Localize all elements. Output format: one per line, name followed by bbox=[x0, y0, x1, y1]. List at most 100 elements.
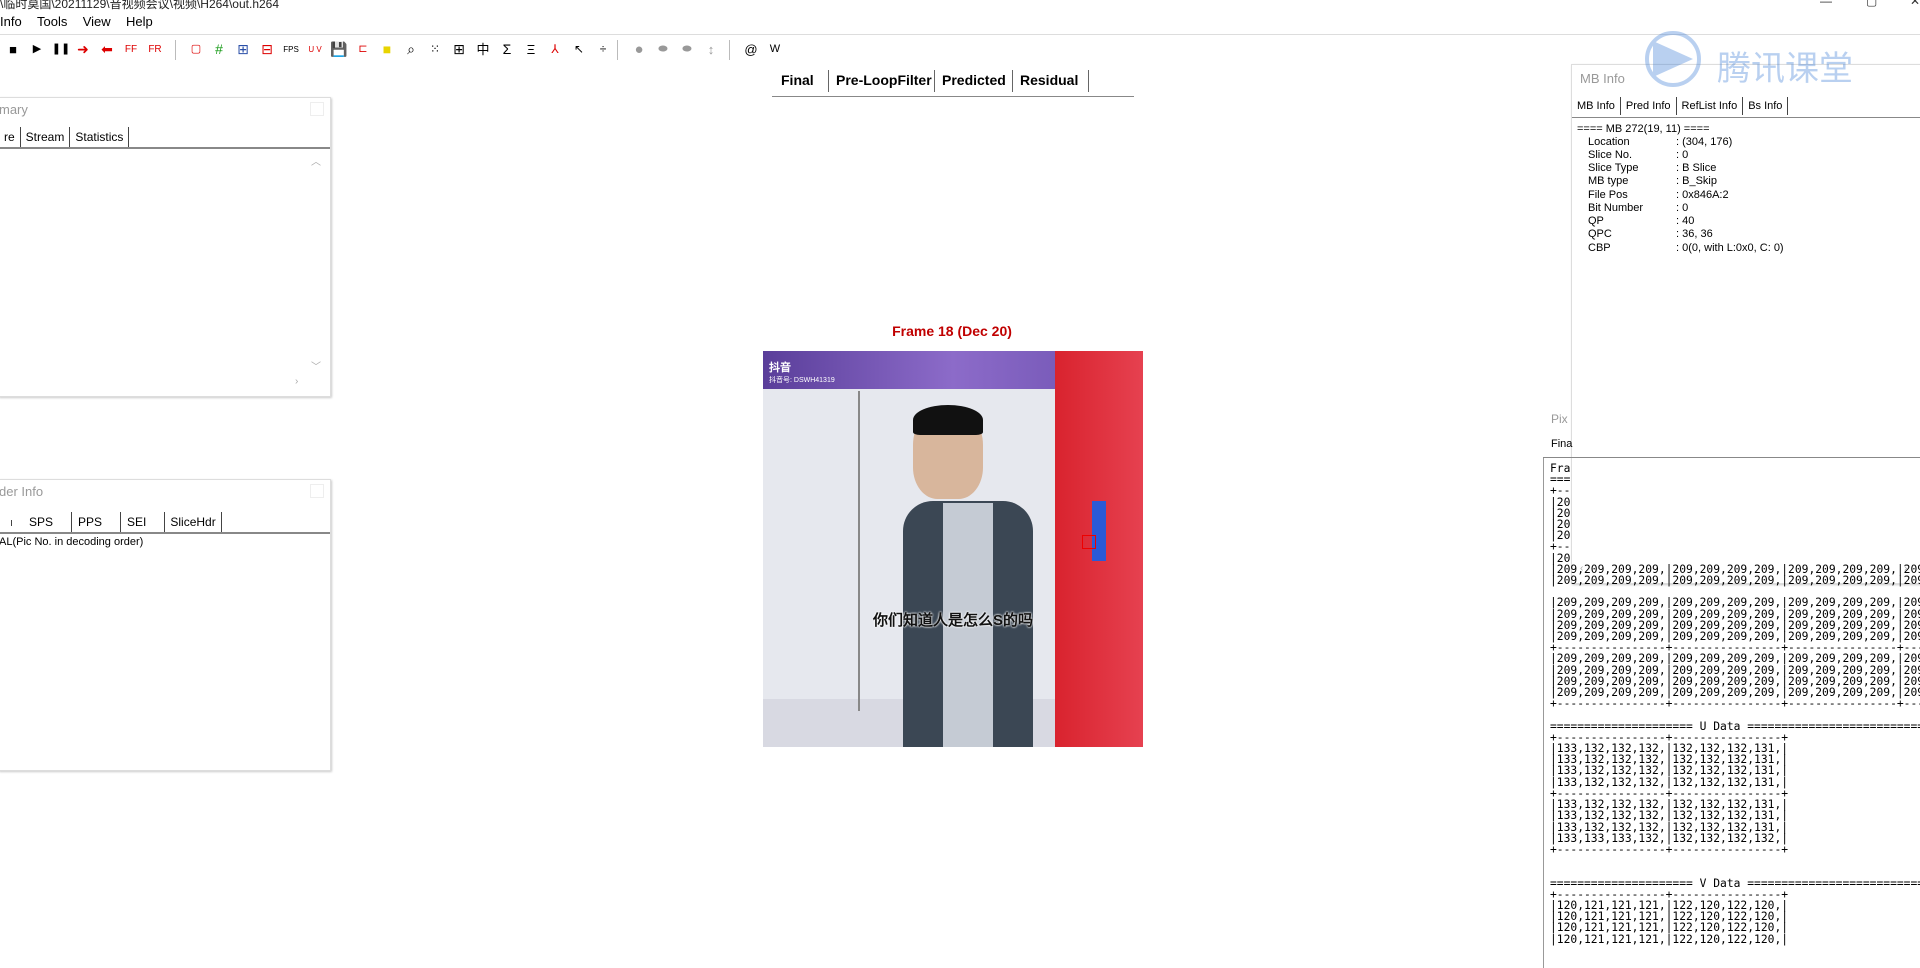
tab-pred-info[interactable]: Pred Info bbox=[1621, 97, 1677, 115]
at-button[interactable]: @ bbox=[741, 39, 761, 60]
tab-predicted[interactable]: Predicted bbox=[939, 69, 1009, 91]
title-bar: \临时莫国\20211129\音视频会议\视频\H264\out.h264 — … bbox=[0, 0, 1920, 10]
motion-icon[interactable]: ⅄ bbox=[545, 39, 565, 60]
tab-bs-info[interactable]: Bs Info bbox=[1743, 97, 1789, 115]
step-back-icon[interactable]: ⬅ bbox=[97, 39, 117, 60]
table-icon[interactable]: ⊞ bbox=[449, 39, 469, 60]
tab-sei[interactable]: SEI bbox=[121, 512, 166, 532]
mb-cursor-box[interactable] bbox=[1082, 535, 1096, 549]
scroll-down-icon[interactable]: ﹀ bbox=[311, 358, 321, 373]
pixel-data-line: |209,209,209,209,|209,209,209,209,|209,2… bbox=[1550, 652, 1920, 666]
decoder-panel-title: der Info bbox=[0, 484, 44, 499]
record-icon[interactable]: ● bbox=[629, 39, 649, 60]
tab-nal[interactable] bbox=[0, 520, 12, 526]
tab-separator bbox=[1012, 70, 1013, 92]
toolbar: ■ ▶ ❚❚ ➜ ⬅ FF FR ▢ # ⊞ ⊟ FPS U V 💾 ⊏ ■ ⌕… bbox=[0, 39, 1920, 63]
pixel-data-line bbox=[1550, 855, 1920, 866]
save-icon[interactable]: 💾 bbox=[329, 39, 349, 60]
close-button[interactable]: ✕ bbox=[1910, 0, 1920, 8]
toolbar-separator bbox=[617, 40, 618, 60]
crop-icon[interactable]: ⊏ bbox=[353, 39, 373, 60]
tab-pps[interactable]: PPS bbox=[72, 512, 122, 532]
uv-button[interactable]: U V bbox=[305, 39, 325, 60]
mb-row: Bit Number: 0 bbox=[1588, 202, 1689, 214]
pixel-data-line: |20 bbox=[1550, 495, 1571, 509]
frame-person-hair bbox=[913, 405, 983, 435]
scroll-up-icon[interactable]: ︿ bbox=[311, 153, 321, 168]
mb-grid-icon[interactable]: ⊞ bbox=[233, 39, 253, 60]
pixel-data-line: |133,132,132,132,|132,132,132,131,| bbox=[1550, 809, 1789, 823]
menu-info[interactable]: Info bbox=[0, 12, 28, 31]
pixel-data-line: +----------------+----------------+-----… bbox=[1550, 697, 1920, 711]
menubar-divider bbox=[0, 34, 1920, 35]
tab-structure[interactable]: re bbox=[0, 127, 21, 147]
mb-header: ==== MB 272(19, 11) ==== bbox=[1577, 123, 1710, 135]
maximize-button[interactable]: ▢ bbox=[1866, 0, 1877, 8]
menu-help[interactable]: Help bbox=[120, 12, 159, 31]
pixel-data-area[interactable]: Fra === +-- |20 |20 |20 |20 +-- |20 |209,209,209,… bbox=[1543, 458, 1920, 968]
shape-icon-1[interactable]: ⬬ bbox=[653, 39, 673, 60]
tab-final[interactable]: Final bbox=[778, 69, 817, 91]
menu-view[interactable]: View bbox=[77, 12, 117, 31]
minimize-button[interactable]: — bbox=[1820, 0, 1832, 8]
bar-icon[interactable]: Ξ bbox=[521, 39, 541, 60]
frame-account: 抖音号: DSWH41319 bbox=[769, 377, 835, 384]
split-icon[interactable]: 中 bbox=[473, 39, 493, 60]
tab-stream[interactable]: Stream bbox=[21, 127, 71, 147]
tab-mb-info[interactable]: MB Info bbox=[1572, 97, 1621, 115]
summary-panel: mary re Stream Statistics ︿ ﹀ › bbox=[0, 97, 331, 397]
decoder-close-icon[interactable] bbox=[310, 484, 324, 498]
grid-icon[interactable]: # bbox=[209, 39, 229, 60]
stop-icon[interactable]: ■ bbox=[3, 39, 23, 60]
frame-board-edge bbox=[858, 391, 860, 711]
frame-subtitle: 你们知道人是怎么S的吗 bbox=[872, 612, 1033, 629]
tab-residual[interactable]: Residual bbox=[1017, 69, 1081, 91]
tab-pre-loopfilter[interactable]: Pre-LoopFilter bbox=[833, 69, 935, 91]
divide-icon[interactable]: ÷ bbox=[593, 39, 613, 60]
tab-separator bbox=[934, 70, 935, 92]
summary-close-icon[interactable] bbox=[310, 102, 324, 116]
summary-tabs: re Stream Statistics bbox=[0, 125, 330, 149]
tab-pixel-final[interactable]: Fina bbox=[1551, 438, 1572, 450]
menu-tools[interactable]: Tools bbox=[31, 12, 73, 31]
shape-icon-2[interactable]: ⬬ bbox=[677, 39, 697, 60]
sum-icon[interactable]: Σ bbox=[497, 39, 517, 60]
menu-bar: Info Tools View Help bbox=[0, 12, 1920, 34]
vertical-arrow-icon[interactable]: ↕ bbox=[701, 39, 721, 60]
video-frame[interactable]: 抖音 抖音号: DSWH41319 你们知道人是怎么S的吗 bbox=[763, 351, 1143, 747]
pixel-data-line bbox=[1550, 866, 1920, 877]
watermark-text: 腾讯课堂 bbox=[1717, 50, 1853, 88]
window-title: \临时莫国\20211129\音视频会议\视频\H264\out.h264 bbox=[0, 0, 280, 10]
pause-icon[interactable]: ❚❚ bbox=[51, 39, 71, 60]
fps-button[interactable]: FPS bbox=[281, 39, 301, 60]
play-icon[interactable]: ▶ bbox=[27, 39, 47, 60]
step-forward-icon[interactable]: ➜ bbox=[73, 39, 93, 60]
frame-app-logo: 抖音 bbox=[769, 362, 791, 374]
tab-reflist-info[interactable]: RefList Info bbox=[1677, 97, 1744, 115]
slice-grid-icon[interactable]: ⊟ bbox=[257, 39, 277, 60]
tab-sps[interactable]: SPS bbox=[12, 512, 73, 532]
watermark: 腾讯课堂 bbox=[1643, 31, 1873, 91]
view-tabs: Final Pre-LoopFilter Predicted Residual bbox=[772, 66, 1134, 97]
color-icon[interactable]: ■ bbox=[377, 39, 397, 60]
pixel-data-line: |20 bbox=[1550, 518, 1571, 532]
mb-panel-title: MB Info bbox=[1580, 71, 1625, 86]
pixel-data-line: +-- bbox=[1550, 484, 1571, 498]
pixel-data-line: +----------------+----------------+ bbox=[1550, 842, 1789, 856]
pixel-data-line bbox=[1550, 709, 1920, 720]
dots-grid-icon[interactable]: ⁙ bbox=[425, 39, 445, 60]
pixel-data-line: |120,121,121,121,|122,120,122,120,| bbox=[1550, 921, 1789, 935]
binoculars-icon[interactable]: ⌕ bbox=[401, 39, 421, 60]
scroll-right-icon[interactable]: › bbox=[295, 376, 298, 387]
arrow-icon[interactable]: ↖ bbox=[569, 39, 589, 60]
w-button[interactable]: W bbox=[765, 39, 785, 60]
pixel-data-line: |209,209,209,209,|209,209,209,209,|209,2… bbox=[1550, 574, 1920, 588]
fast-forward-button[interactable]: FF bbox=[121, 39, 141, 60]
summary-panel-title: mary bbox=[0, 102, 28, 117]
tab-statistics[interactable]: Statistics bbox=[70, 127, 130, 147]
mb-border-icon[interactable]: ▢ bbox=[186, 39, 206, 60]
tab-slicehdr[interactable]: SliceHdr bbox=[165, 512, 222, 532]
mb-row: CBP: 0(0, with L:0x0, C: 0) bbox=[1588, 242, 1784, 254]
mb-row: Location: (304, 176) bbox=[1588, 136, 1733, 148]
fast-rewind-button[interactable]: FR bbox=[145, 39, 165, 60]
